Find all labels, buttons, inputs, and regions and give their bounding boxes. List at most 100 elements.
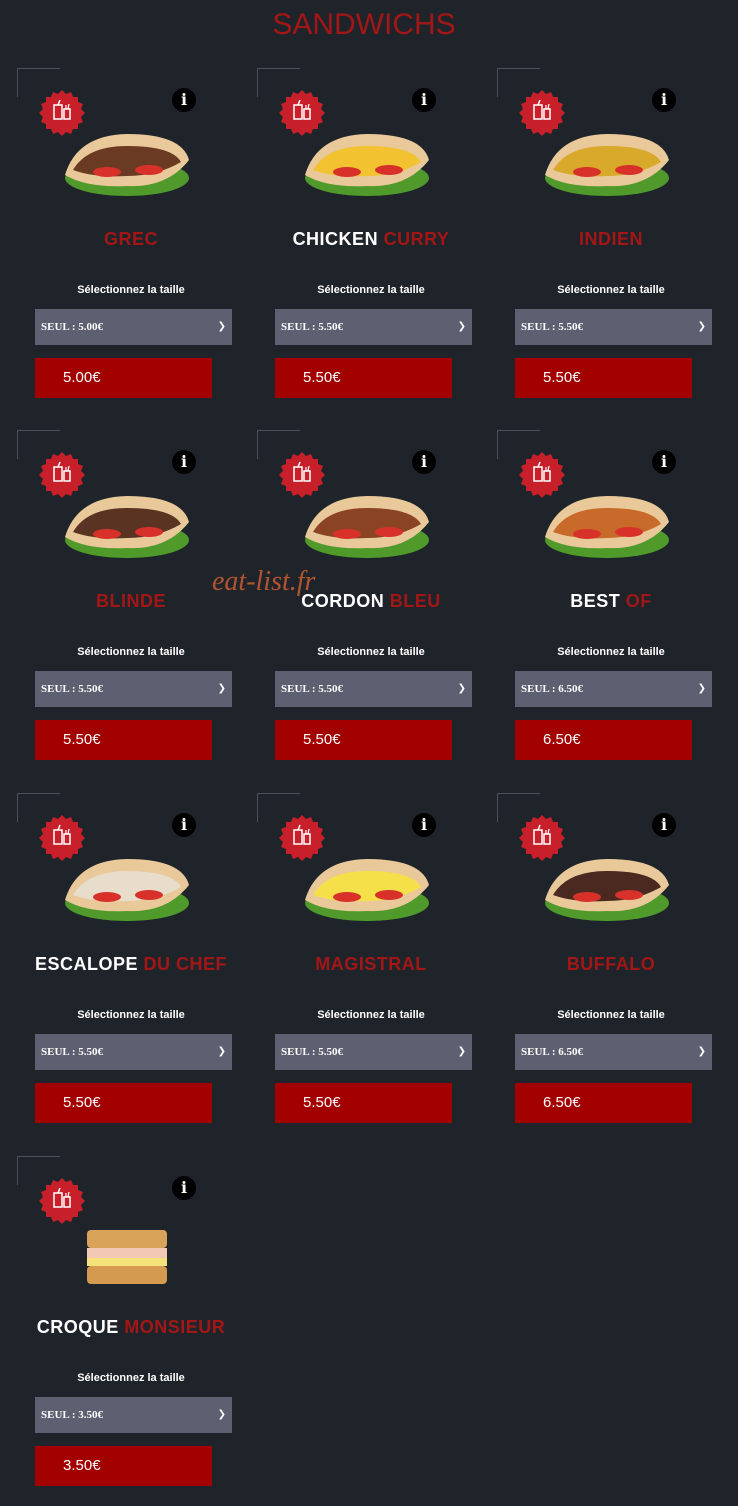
product-name-red: BLEU — [389, 591, 441, 611]
chevron-down-icon: ❯ — [697, 321, 706, 332]
size-select-value: SEUL : 5.50€ — [281, 321, 344, 333]
size-select-value: SEUL : 5.00€ — [41, 321, 104, 333]
chevron-down-icon: ❯ — [217, 1046, 226, 1057]
info-icon[interactable]: i — [652, 450, 676, 474]
product-name: MAGISTRAL — [263, 953, 479, 975]
pita-kebab-image — [65, 134, 189, 196]
chevron-down-icon: ❯ — [457, 1046, 466, 1057]
chevron-down-icon: ❯ — [457, 321, 466, 332]
size-select[interactable]: SEUL : 5.50€ ❯ — [35, 671, 232, 707]
product-name: BEST OF — [503, 590, 719, 612]
size-select-value: SEUL : 6.50€ — [521, 1046, 584, 1058]
info-icon[interactable]: i — [412, 88, 436, 112]
add-to-cart-price-button[interactable]: 5.00€ — [35, 358, 212, 398]
add-to-cart-price-button[interactable]: 3.50€ — [35, 1446, 212, 1486]
size-select-label: Sélectionnez la taille — [557, 1009, 665, 1021]
product-name-red: DU CHEF — [143, 954, 228, 974]
product-name-white: ESCALOPE — [34, 954, 138, 974]
size-select[interactable]: SEUL : 5.50€ ❯ — [515, 309, 712, 345]
product-name: ESCALOPE DU CHEF — [23, 953, 239, 975]
pita-best-of-image — [545, 496, 669, 558]
product-card-7: i ESCALOPE DU CHEF Sélectionnez la taill… — [17, 793, 251, 1143]
info-icon[interactable]: i — [172, 1176, 196, 1200]
pita-curry-image — [305, 134, 429, 196]
size-select[interactable]: SEUL : 5.50€ ❯ — [275, 309, 472, 345]
product-name-white: BEST — [570, 591, 621, 611]
info-icon[interactable]: i — [652, 813, 676, 837]
size-select-label: Sélectionnez la taille — [77, 284, 185, 296]
product-name: CHICKEN CURRY — [263, 228, 479, 250]
size-select-value: SEUL : 5.50€ — [41, 683, 104, 695]
pita-curry-steak-image — [545, 134, 669, 196]
size-select-value: SEUL : 3.50€ — [41, 1409, 104, 1421]
size-select-label: Sélectionnez la taille — [77, 1009, 185, 1021]
product-card-9: i BUFFALO Sélectionnez la taille SEUL : … — [497, 793, 731, 1143]
product-card-4: i BLINDE Sélectionnez la taille SEUL : 5… — [17, 430, 251, 780]
size-select-label: Sélectionnez la taille — [317, 646, 425, 658]
chevron-down-icon: ❯ — [217, 321, 226, 332]
product-card-6: i BEST OF Sélectionnez la taille SEUL : … — [497, 430, 731, 780]
product-name-white: CROQUE — [36, 1317, 119, 1337]
product-name-red: BUFFALO — [566, 954, 656, 974]
size-select-value: SEUL : 5.50€ — [281, 1046, 344, 1058]
product-card-5: i CORDON BLEU Sélectionnez la taille SEU… — [257, 430, 491, 780]
info-icon[interactable]: i — [172, 813, 196, 837]
product-name-red: GREC — [103, 229, 158, 249]
add-to-cart-price-button[interactable]: 5.50€ — [515, 358, 692, 398]
product-name-red: MONSIEUR — [124, 1317, 226, 1337]
pita-escalope-image — [65, 859, 189, 921]
size-select-value: SEUL : 5.50€ — [521, 321, 584, 333]
add-to-cart-price-button[interactable]: 5.50€ — [35, 720, 212, 760]
chevron-down-icon: ❯ — [697, 1046, 706, 1057]
chevron-down-icon: ❯ — [217, 1409, 226, 1420]
chevron-down-icon: ❯ — [697, 683, 706, 694]
info-icon[interactable]: i — [412, 813, 436, 837]
product-name: INDIEN — [503, 228, 719, 250]
product-grid: i GREC Sélectionnez la taille SEUL : 5.0… — [0, 0, 738, 1500]
size-select[interactable]: SEUL : 5.50€ ❯ — [35, 1034, 232, 1070]
chevron-down-icon: ❯ — [457, 683, 466, 694]
product-card-2: i CHICKEN CURRY Sélectionnez la taille S… — [257, 68, 491, 418]
add-to-cart-price-button[interactable]: 5.50€ — [275, 720, 452, 760]
size-select[interactable]: SEUL : 3.50€ ❯ — [35, 1397, 232, 1433]
size-select-value: SEUL : 5.50€ — [41, 1046, 104, 1058]
product-name-red: CURRY — [383, 229, 450, 249]
product-name-white: CHICKEN — [292, 229, 379, 249]
croque-monsieur-image — [87, 1230, 167, 1284]
size-select-value: SEUL : 5.50€ — [281, 683, 344, 695]
size-select-label: Sélectionnez la taille — [77, 646, 185, 658]
product-name-red: INDIEN — [578, 229, 643, 249]
pita-egg-image — [305, 859, 429, 921]
product-name: BLINDE — [23, 590, 239, 612]
size-select[interactable]: SEUL : 6.50€ ❯ — [515, 671, 712, 707]
size-select-label: Sélectionnez la taille — [317, 284, 425, 296]
size-select[interactable]: SEUL : 5.00€ ❯ — [35, 309, 232, 345]
add-to-cart-price-button[interactable]: 5.50€ — [275, 358, 452, 398]
size-select[interactable]: SEUL : 5.50€ ❯ — [275, 671, 472, 707]
info-icon[interactable]: i — [652, 88, 676, 112]
size-select-label: Sélectionnez la taille — [557, 646, 665, 658]
product-name: CROQUE MONSIEUR — [23, 1316, 239, 1338]
pita-cordon-bleu-image — [305, 496, 429, 558]
add-to-cart-price-button[interactable]: 6.50€ — [515, 1083, 692, 1123]
product-name: BUFFALO — [503, 953, 719, 975]
product-card-1: i GREC Sélectionnez la taille SEUL : 5.0… — [17, 68, 251, 418]
info-icon[interactable]: i — [172, 450, 196, 474]
size-select-value: SEUL : 6.50€ — [521, 683, 584, 695]
size-select-label: Sélectionnez la taille — [317, 1009, 425, 1021]
size-select[interactable]: SEUL : 5.50€ ❯ — [275, 1034, 472, 1070]
product-card-3: i INDIEN Sélectionnez la taille SEUL : 5… — [497, 68, 731, 418]
info-icon[interactable]: i — [172, 88, 196, 112]
chevron-down-icon: ❯ — [217, 683, 226, 694]
pita-meat-image — [65, 496, 189, 558]
add-to-cart-price-button[interactable]: 6.50€ — [515, 720, 692, 760]
size-select-label: Sélectionnez la taille — [557, 284, 665, 296]
add-to-cart-price-button[interactable]: 5.50€ — [35, 1083, 212, 1123]
size-select[interactable]: SEUL : 6.50€ ❯ — [515, 1034, 712, 1070]
watermark: eat-list.fr — [212, 566, 316, 597]
product-name-red: MAGISTRAL — [315, 954, 427, 974]
product-card-10: i CROQUE MONSIEUR Sélectionnez la taille… — [17, 1156, 251, 1506]
info-icon[interactable]: i — [412, 450, 436, 474]
add-to-cart-price-button[interactable]: 5.50€ — [275, 1083, 452, 1123]
product-name: GREC — [23, 228, 239, 250]
